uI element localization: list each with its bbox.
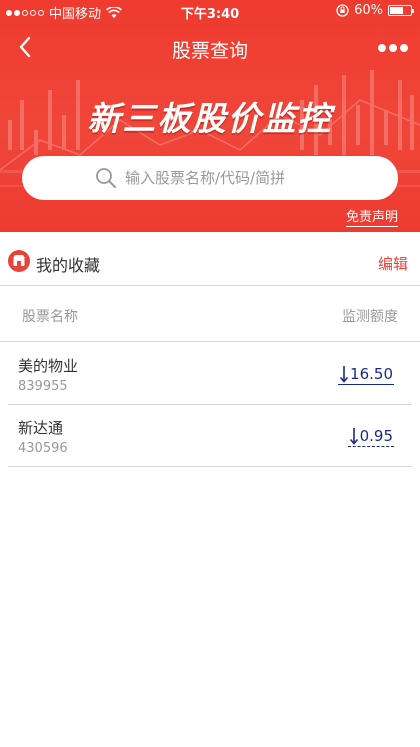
favorites-header: 我的收藏 编辑 xyxy=(0,236,420,286)
stock-code: 430596 xyxy=(18,441,68,456)
search-input[interactable] xyxy=(125,169,325,187)
stock-code: 839955 xyxy=(18,379,68,394)
more-dot-icon xyxy=(389,44,397,52)
more-options-button[interactable] xyxy=(376,34,410,62)
stock-quota-value: 16.50 xyxy=(350,365,393,383)
edit-button[interactable]: 编辑 xyxy=(378,253,408,274)
battery-icon xyxy=(388,5,414,16)
table-row[interactable]: 新达通 430596 0.95 xyxy=(8,405,412,467)
more-dot-icon xyxy=(400,44,408,52)
battery-percent: 60% xyxy=(354,3,383,18)
page-title: 股票查询 xyxy=(171,40,248,62)
banner-title: 新三板股价监控 xyxy=(87,99,333,138)
search-icon xyxy=(96,168,116,188)
stock-quota[interactable]: 16.50 xyxy=(338,365,394,385)
column-header-name: 股票名称 xyxy=(22,309,78,325)
disclaimer-link[interactable]: 免责声明 xyxy=(345,206,398,227)
orientation-lock-icon xyxy=(336,4,349,17)
column-header-quota: 监测额度 xyxy=(342,309,398,325)
status-right: 60% xyxy=(336,3,414,18)
stock-name: 美的物业 xyxy=(18,357,79,375)
arrow-down-icon xyxy=(349,428,358,445)
table-header: 股票名称 监测额度 xyxy=(0,287,420,342)
table-row[interactable]: 美的物业 839955 16.50 xyxy=(8,343,412,405)
more-dot-icon xyxy=(378,44,386,52)
stock-name: 新达通 xyxy=(18,419,64,437)
header-banner: 中国移动 下午3:40 60% 股票查询 新三板股价监控 输入股票名称/代码/简… xyxy=(0,0,420,232)
status-bar: 中国移动 下午3:40 60% xyxy=(0,0,420,22)
favorites-title: 我的收藏 xyxy=(36,256,101,275)
search-bar[interactable] xyxy=(22,156,398,200)
stock-quota[interactable]: 0.95 xyxy=(347,427,394,447)
stock-quota-value: 0.95 xyxy=(359,427,393,445)
favorites-icon xyxy=(8,250,30,272)
arrow-down-icon xyxy=(339,366,349,383)
nav-bar: 股票查询 xyxy=(0,28,420,68)
